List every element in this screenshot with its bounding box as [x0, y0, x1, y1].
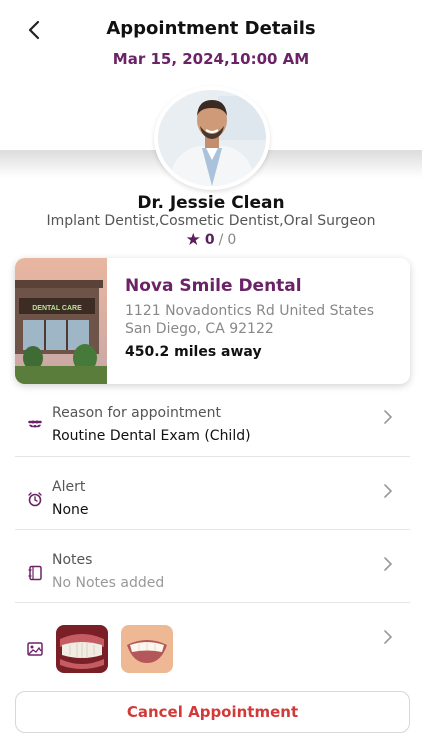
alert-label: Alert: [52, 479, 86, 495]
teeth-icon: [25, 414, 45, 434]
alarm-clock-icon: [25, 489, 45, 509]
rating-total: 0: [227, 232, 237, 248]
reason-label: Reason for appointment: [52, 405, 221, 421]
clinic-distance: 450.2 miles away: [125, 344, 262, 360]
doctor-specialties: Implant Dentist,Cosmetic Dentist,Oral Su…: [46, 213, 376, 229]
chevron-right-icon: [380, 481, 396, 501]
clinic-info: Nova Smile Dental 1121 Novadontics Rd Un…: [107, 258, 374, 384]
clinic-photo: DENTAL CARE: [15, 258, 107, 384]
notes-row[interactable]: Notes No Notes added: [15, 543, 410, 603]
star-icon: ★: [185, 230, 201, 250]
image-icon: [25, 639, 45, 659]
reason-value: Routine Dental Exam (Child): [52, 428, 251, 444]
doctor-rating: ★ 0 / 0: [0, 230, 422, 250]
clinic-address-line2: San Diego, CA 92122: [125, 321, 274, 337]
chevron-right-icon: [380, 554, 396, 574]
photos-row[interactable]: [15, 616, 410, 678]
alert-row[interactable]: Alert None: [15, 470, 410, 530]
svg-text:DENTAL CARE: DENTAL CARE: [32, 305, 82, 312]
smile-photo-thumbnail[interactable]: [121, 625, 173, 673]
teeth-photo-thumbnail[interactable]: [56, 625, 108, 673]
rating-separator: /: [218, 232, 224, 248]
notes-label: Notes: [52, 552, 93, 568]
cancel-appointment-button[interactable]: Cancel Appointment: [15, 691, 410, 733]
notes-value: No Notes added: [52, 575, 165, 591]
rating-value: 0: [204, 232, 215, 248]
clinic-name: Nova Smile Dental: [125, 276, 302, 296]
chevron-right-icon: [380, 407, 396, 427]
doctor-avatar: [154, 86, 270, 190]
doctor-name: Dr. Jessie Clean: [137, 193, 285, 213]
chevron-right-icon: [380, 627, 396, 647]
appointment-datetime: Mar 15, 2024,10:00 AM: [112, 50, 310, 68]
alert-value: None: [52, 502, 89, 518]
page-title: Appointment Details: [106, 18, 316, 39]
reason-row[interactable]: Reason for appointment Routine Dental Ex…: [15, 396, 410, 457]
clinic-address-line1: 1121 Novadontics Rd United States: [125, 303, 374, 319]
clinic-card[interactable]: DENTAL CARE Nova Smile Dental 1121 Novad…: [15, 258, 410, 384]
notebook-icon: [25, 563, 45, 583]
